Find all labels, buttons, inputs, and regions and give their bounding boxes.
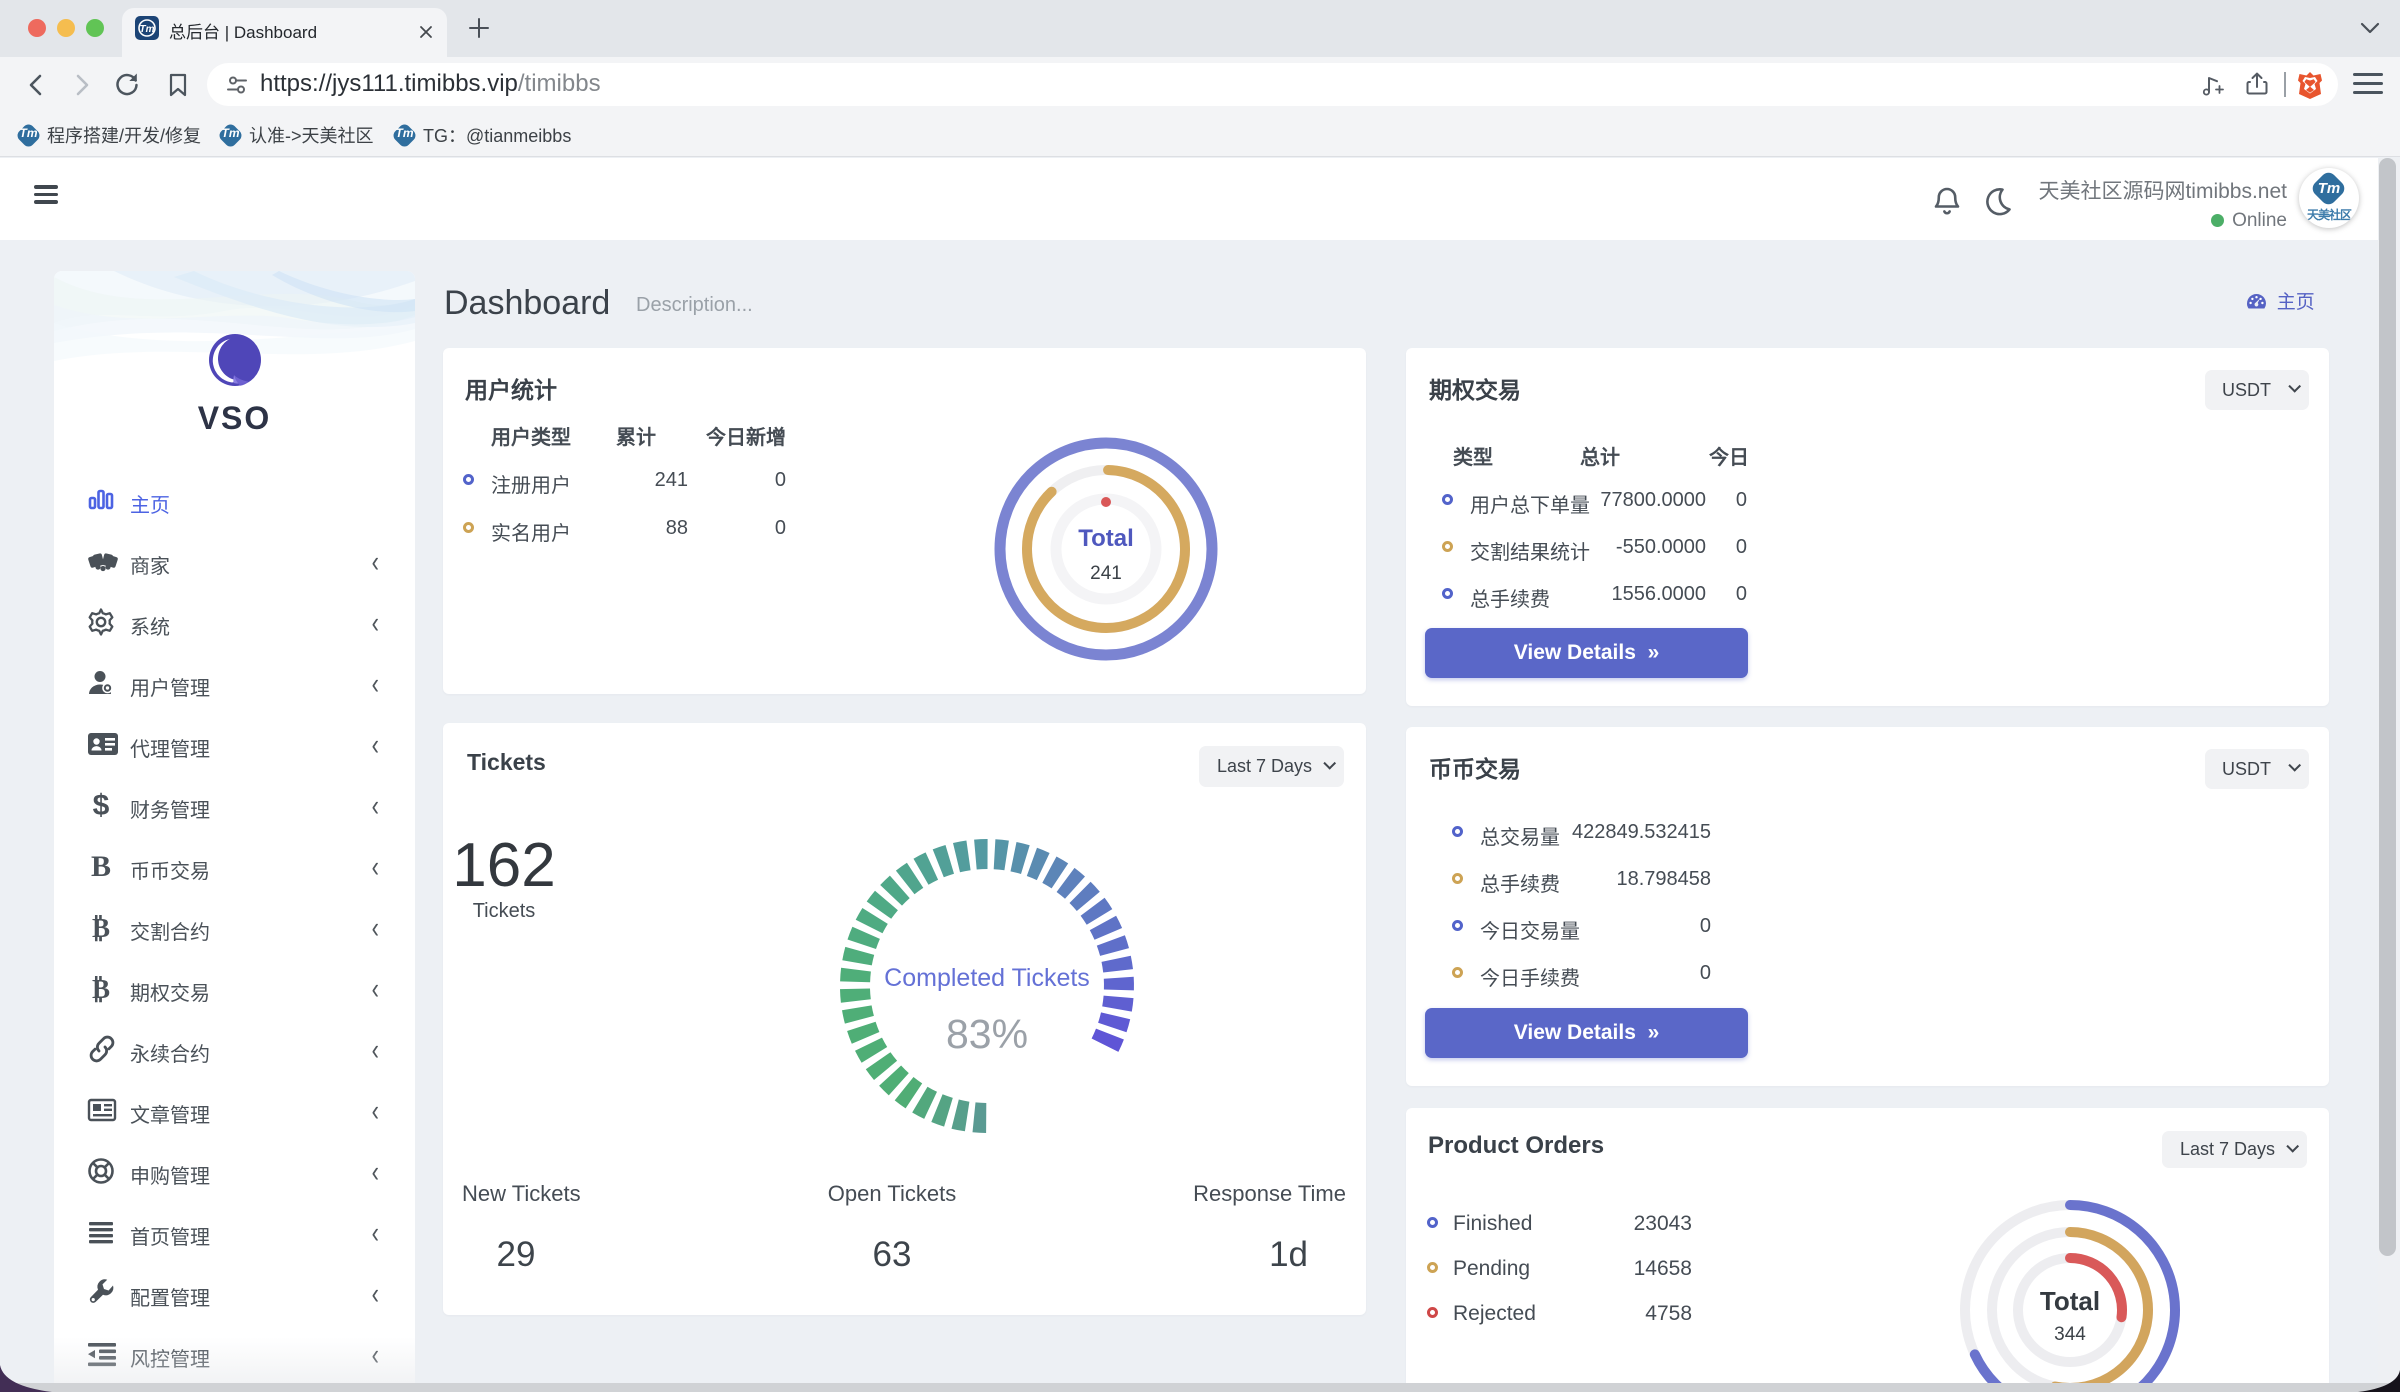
svg-text:₿: ₿ (92, 913, 110, 942)
svg-text:₿: ₿ (92, 974, 110, 1003)
svg-text:$: $ (93, 790, 110, 820)
svg-text:B: B (91, 851, 111, 881)
svg-text:Tm: Tm (140, 24, 155, 35)
